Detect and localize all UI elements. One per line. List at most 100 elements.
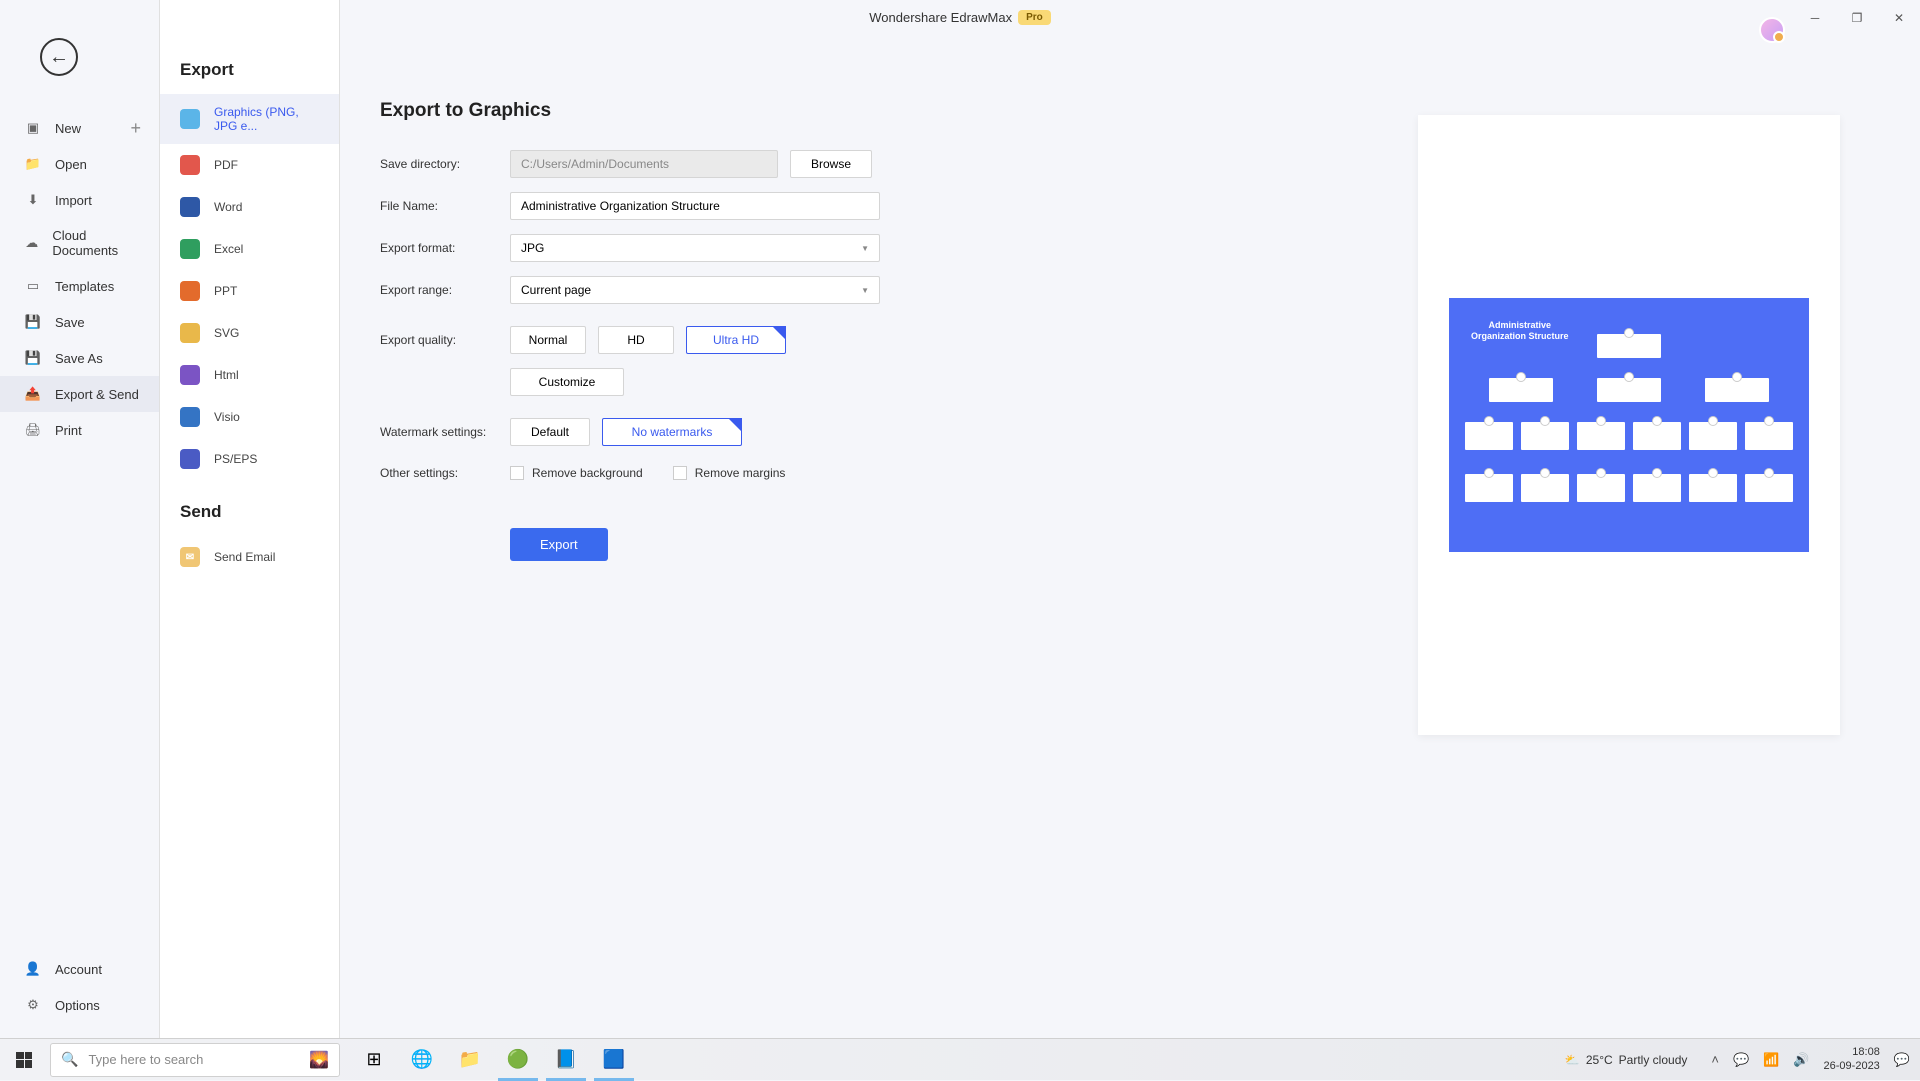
file-type-icon: [180, 323, 200, 343]
taskbar-search[interactable]: 🔍 Type here to search 🌄: [50, 1043, 340, 1077]
format-select[interactable]: JPG ▼: [510, 234, 880, 262]
export-type-word[interactable]: Word: [160, 186, 339, 228]
remove-bg-label: Remove background: [532, 466, 643, 480]
quality-ultra-hd[interactable]: Ultra HD: [686, 326, 786, 354]
export-type-html[interactable]: Html: [160, 354, 339, 396]
file-print[interactable]: 🖨 Print: [0, 412, 159, 448]
file-new[interactable]: ▣ New +: [0, 110, 159, 146]
file-type-icon: [180, 155, 200, 175]
edrawmax-icon[interactable]: 🟦: [590, 1039, 638, 1081]
minimize-button[interactable]: ─: [1794, 0, 1836, 35]
notifications-icon[interactable]: 💬: [1894, 1052, 1910, 1068]
format-label: Export format:: [380, 241, 510, 255]
file-type-icon: [180, 365, 200, 385]
filename-input[interactable]: [510, 192, 880, 220]
maximize-button[interactable]: ❐: [1836, 0, 1878, 35]
save-icon: 💾: [25, 314, 41, 330]
weather-desc: Partly cloudy: [1619, 1053, 1688, 1067]
file-account[interactable]: 👤 Account: [0, 951, 159, 987]
quality-hd[interactable]: HD: [598, 326, 674, 354]
file-type-icon: [180, 239, 200, 259]
close-button[interactable]: ✕: [1878, 0, 1920, 35]
file-type-icon: [180, 281, 200, 301]
export-type-label: SVG: [214, 326, 239, 340]
export-icon: 📤: [25, 386, 41, 402]
start-button[interactable]: [0, 1039, 48, 1081]
export-button[interactable]: Export: [510, 528, 608, 561]
export-type-excel[interactable]: Excel: [160, 228, 339, 270]
file-import[interactable]: ⬇ Import: [0, 182, 159, 218]
back-button[interactable]: ←: [40, 38, 78, 76]
account-icon: 👤: [25, 961, 41, 977]
taskbar-clock[interactable]: 18:08 26-09-2023: [1824, 1046, 1880, 1072]
edge-icon[interactable]: 🌐: [398, 1039, 446, 1081]
file-templates[interactable]: ▭ Templates: [0, 268, 159, 304]
range-select[interactable]: Current page ▼: [510, 276, 880, 304]
export-type-svg[interactable]: SVG: [160, 312, 339, 354]
templates-icon: ▭: [25, 278, 41, 294]
add-icon[interactable]: +: [130, 118, 141, 139]
file-type-icon: [180, 109, 200, 129]
gear-icon: ⚙: [25, 997, 41, 1013]
preview-panel: AdministrativeOrganization Structure: [1418, 115, 1840, 735]
file-type-icon: [180, 449, 200, 469]
range-label: Export range:: [380, 283, 510, 297]
preview-image: AdministrativeOrganization Structure: [1449, 298, 1809, 552]
watermark-default[interactable]: Default: [510, 418, 590, 446]
weather-temp: 25°C: [1586, 1053, 1613, 1067]
file-open[interactable]: 📁 Open: [0, 146, 159, 182]
file-label: Save As: [55, 351, 103, 366]
clock-time: 18:08: [1824, 1046, 1880, 1059]
quality-normal[interactable]: Normal: [510, 326, 586, 354]
file-options[interactable]: ⚙ Options: [0, 987, 159, 1023]
export-type-label: PDF: [214, 158, 238, 172]
export-sidebar: Export Graphics (PNG, JPG e...PDFWordExc…: [160, 0, 340, 1038]
file-label: Account: [55, 962, 102, 977]
file-export-send[interactable]: 📤 Export & Send: [0, 376, 159, 412]
tray-chevron-icon[interactable]: ˄: [1711, 1052, 1719, 1067]
taskbar: 🔍 Type here to search 🌄 ⊞ 🌐 📁 🟢 📘 🟦 ⛅ 25…: [0, 1038, 1920, 1080]
export-type-graphics-png-jpg-e-[interactable]: Graphics (PNG, JPG e...: [160, 94, 339, 144]
send-email[interactable]: ✉Send Email: [160, 536, 339, 578]
print-icon: 🖨: [25, 422, 41, 438]
remove-bg-checkbox[interactable]: [510, 466, 524, 480]
plus-square-icon: ▣: [25, 120, 41, 136]
search-weather-icon: 🌄: [309, 1050, 329, 1070]
export-type-visio[interactable]: Visio: [160, 396, 339, 438]
file-save[interactable]: 💾 Save: [0, 304, 159, 340]
quality-label: Export quality:: [380, 333, 510, 347]
export-type-label: Word: [214, 200, 242, 214]
task-view-icon[interactable]: ⊞: [350, 1039, 398, 1081]
export-type-ps-eps[interactable]: PS/EPS: [160, 438, 339, 480]
remove-margins-label: Remove margins: [695, 466, 786, 480]
file-explorer-icon[interactable]: 📁: [446, 1039, 494, 1081]
remove-margins-checkbox[interactable]: [673, 466, 687, 480]
folder-icon: 📁: [25, 156, 41, 172]
save-dir-label: Save directory:: [380, 157, 510, 171]
file-label: Print: [55, 423, 82, 438]
clock-date: 26-09-2023: [1824, 1060, 1880, 1073]
save-dir-input[interactable]: [510, 150, 778, 178]
user-avatar[interactable]: [1759, 17, 1785, 43]
file-label: Options: [55, 998, 100, 1013]
chrome-icon[interactable]: 🟢: [494, 1039, 542, 1081]
export-type-ppt[interactable]: PPT: [160, 270, 339, 312]
watermark-no-watermarks[interactable]: No watermarks: [602, 418, 742, 446]
caret-down-icon: ▼: [861, 244, 869, 253]
volume-icon[interactable]: 🔊: [1793, 1052, 1809, 1068]
search-icon: 🔍: [61, 1051, 78, 1068]
weather-widget[interactable]: ⛅ 25°C Partly cloudy: [1565, 1053, 1687, 1067]
file-label: Export & Send: [55, 387, 139, 402]
watermark-label: Watermark settings:: [380, 425, 510, 439]
customize-button[interactable]: Customize: [510, 368, 624, 396]
range-value: Current page: [521, 283, 591, 297]
wifi-icon[interactable]: 📶: [1763, 1052, 1779, 1068]
export-type-pdf[interactable]: PDF: [160, 144, 339, 186]
send-heading: Send: [160, 480, 339, 536]
file-save-as[interactable]: 💾 Save As: [0, 340, 159, 376]
file-cloud-documents[interactable]: ☁ Cloud Documents: [0, 218, 159, 268]
browse-button[interactable]: Browse: [790, 150, 872, 178]
pro-badge: Pro: [1018, 10, 1051, 25]
word-icon[interactable]: 📘: [542, 1039, 590, 1081]
meet-now-icon[interactable]: 💬: [1733, 1052, 1749, 1068]
